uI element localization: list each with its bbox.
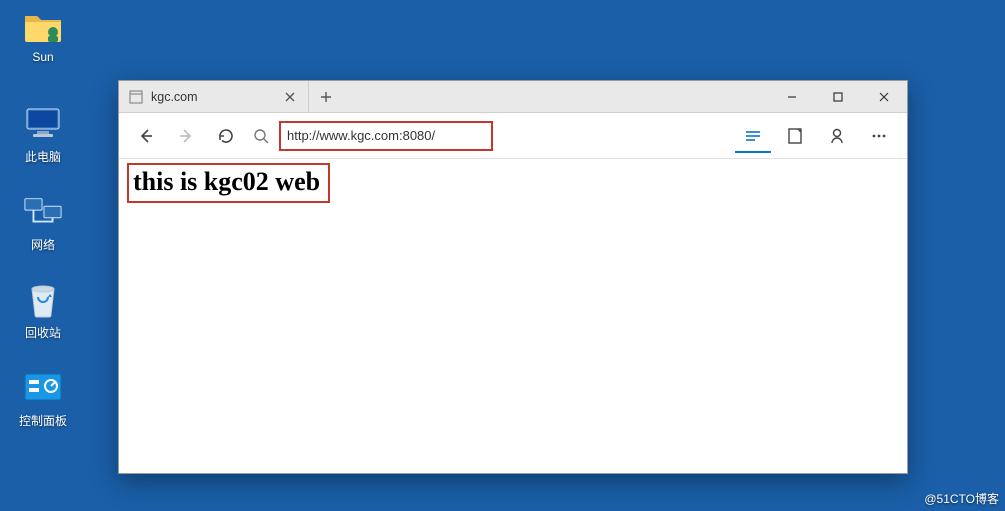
tab-active[interactable]: kgc.com (119, 81, 309, 112)
desktop-icon-label: 控制面板 (19, 412, 67, 429)
desktop-icon-control-panel[interactable]: 控制面板 (6, 368, 80, 429)
share-button[interactable] (819, 119, 855, 153)
network-icon (23, 192, 63, 232)
window-close-button[interactable] (861, 81, 907, 112)
window-maximize-button[interactable] (815, 81, 861, 112)
folder-user-icon (23, 6, 63, 46)
browser-toolbar (119, 113, 907, 159)
content-highlight: this is kgc02 web (127, 163, 330, 203)
browser-window: kgc.com (118, 80, 908, 474)
back-button[interactable] (129, 119, 163, 153)
reading-view-button[interactable] (735, 119, 771, 153)
tab-strip: kgc.com (119, 81, 907, 113)
refresh-button[interactable] (209, 119, 243, 153)
desktop-icon-label: 回收站 (25, 324, 61, 341)
window-controls (769, 81, 907, 112)
desktop-icon-label: Sun (32, 50, 53, 64)
address-bar-highlight (279, 121, 493, 151)
tab-title: kgc.com (151, 90, 274, 104)
recycle-bin-icon (23, 280, 63, 320)
desktop-icon-network[interactable]: 网络 (6, 192, 80, 253)
tab-close-button[interactable] (282, 89, 298, 105)
control-panel-icon (23, 368, 63, 408)
address-bar[interactable] (281, 123, 491, 149)
desktop-icon-label: 网络 (31, 236, 55, 253)
more-button[interactable] (861, 119, 897, 153)
notes-button[interactable] (777, 119, 813, 153)
computer-icon (23, 104, 63, 144)
watermark: @51CTO博客 (924, 490, 999, 507)
desktop-icon-label: 此电脑 (25, 148, 61, 165)
new-tab-button[interactable] (309, 81, 343, 112)
desktop-icon-this-pc[interactable]: 此电脑 (6, 104, 80, 165)
page-icon (129, 90, 143, 104)
desktop-icon-sun[interactable]: Sun (6, 6, 80, 64)
page-heading: this is kgc02 web (133, 167, 320, 197)
search-icon (253, 128, 269, 144)
page-content: this is kgc02 web (119, 159, 907, 473)
desktop: Sun 此电脑 网络 (0, 0, 1005, 511)
desktop-icon-recycle-bin[interactable]: 回收站 (6, 280, 80, 341)
forward-button[interactable] (169, 119, 203, 153)
window-minimize-button[interactable] (769, 81, 815, 112)
